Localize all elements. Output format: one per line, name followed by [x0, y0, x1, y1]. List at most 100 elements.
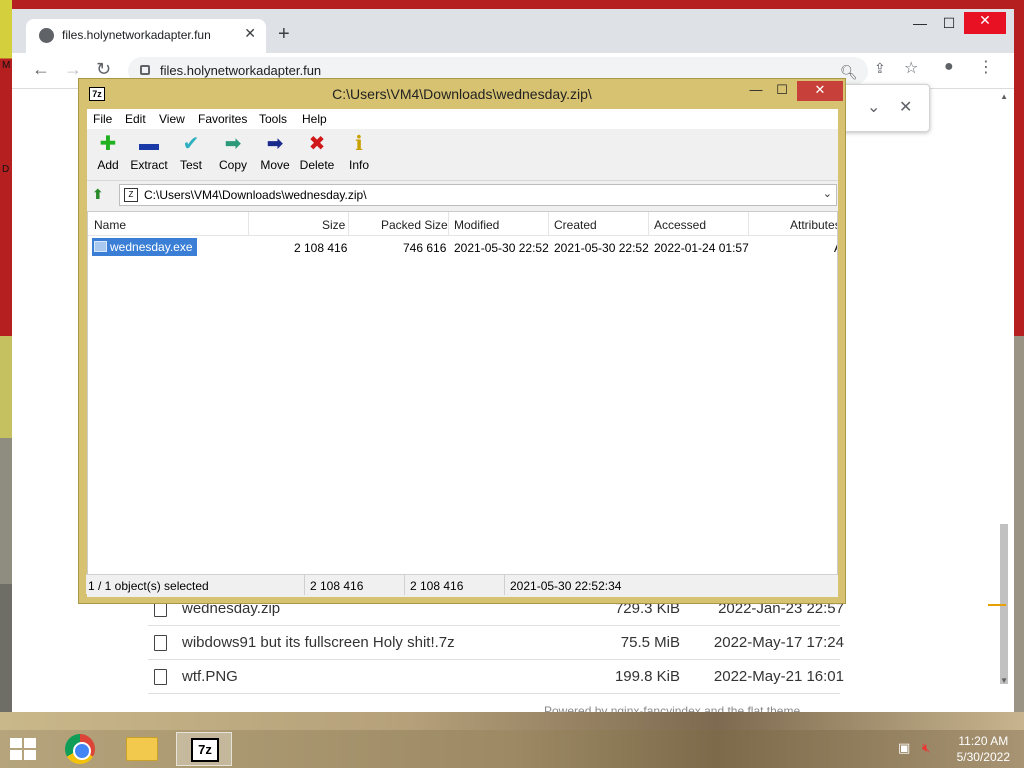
path-value[interactable]: C:\Users\VM4\Downloads\wednesday.zip\: [144, 188, 367, 202]
column-divider[interactable]: [248, 212, 249, 236]
column-header-created[interactable]: Created: [554, 218, 597, 232]
move-arrow-icon: ➡: [266, 133, 284, 155]
status-divider: [304, 575, 305, 595]
table-row[interactable]: wednesday.exe 2 108 416 746 616 2021-05-…: [88, 237, 837, 257]
clock-date: 5/30/2022: [956, 750, 1010, 764]
status-date: 2021-05-30 22:52:34: [510, 579, 622, 593]
file-size: 199.8 KiB: [614, 668, 680, 685]
new-tab-button[interactable]: +: [278, 23, 290, 46]
menu-dots-icon[interactable]: ⋮: [978, 57, 994, 77]
path-combobox[interactable]: Z C:\Users\VM4\Downloads\wednesday.zip\ …: [119, 184, 837, 206]
modified-cell: 2021-05-30 22:52: [454, 241, 549, 255]
archive-file-list: Name Size Packed Size Modified Created A…: [87, 211, 838, 575]
lock-icon[interactable]: [140, 65, 150, 75]
chevron-down-icon[interactable]: ⌄: [823, 187, 832, 200]
file-listing: wednesday.zip 729.3 KiB 2022-Jan-23 22:5…: [148, 592, 844, 694]
profile-icon[interactable]: ●: [944, 58, 954, 76]
clock[interactable]: 11:20 AM 5/30/2022: [957, 733, 1010, 765]
packed-size-cell: 746 616: [403, 241, 447, 255]
desktop-icon-label: D: [2, 164, 10, 175]
taskbar-7zip-button[interactable]: 7z: [176, 732, 232, 766]
copy-button[interactable]: ➡ Copy: [212, 133, 254, 172]
menu-file[interactable]: File: [93, 112, 112, 126]
button-label: Copy: [218, 158, 247, 172]
file-date: 2022-May-17 17:24: [713, 634, 844, 651]
volume-muted-icon[interactable]: 🔇︎: [922, 740, 930, 756]
file-date: 2022-May-21 16:01: [713, 668, 844, 685]
check-icon: ✔: [182, 133, 200, 155]
menu-favorites[interactable]: Favorites: [198, 112, 247, 126]
menu-bar: File Edit View Favorites Tools Help: [87, 109, 838, 129]
share-icon[interactable]: ⇪: [874, 60, 886, 77]
list-item[interactable]: wtf.PNG 199.8 KiB 2022-May-21 16:01: [148, 660, 844, 694]
forward-arrow-icon[interactable]: →: [64, 59, 82, 80]
zip-archive-icon: Z: [124, 188, 138, 202]
close-button[interactable]: ✕: [797, 81, 843, 101]
column-header-packed-size[interactable]: Packed Size: [381, 218, 448, 232]
column-headers: Name Size Packed Size Modified Created A…: [88, 212, 837, 236]
tab-strip: files.holynetworkadapter.fun ✕ + — ☐ ✕: [12, 0, 1014, 53]
chevron-down-icon[interactable]: ⌄: [867, 97, 880, 117]
column-header-name[interactable]: Name: [94, 218, 126, 232]
sevenzip-titlebar[interactable]: 7z C:\Users\VM4\Downloads\wednesday.zip\…: [79, 79, 845, 109]
windows-start-icon[interactable]: [10, 738, 38, 762]
taskbar: 7z ▣ 🔇︎ 11:20 AM 5/30/2022: [0, 730, 1024, 768]
address-bar-url[interactable]: files.holynetworkadapter.fun: [160, 63, 321, 78]
info-button[interactable]: ℹ Info: [338, 133, 380, 172]
bookmark-star-icon[interactable]: ☆: [904, 58, 918, 78]
menu-edit[interactable]: Edit: [125, 112, 146, 126]
delete-button[interactable]: ✖ Delete: [296, 133, 338, 172]
list-item[interactable]: wibdows91 but its fullscreen Holy shit!.…: [148, 626, 844, 660]
sevenzip-window: 7z C:\Users\VM4\Downloads\wednesday.zip\…: [78, 78, 846, 604]
taskbar-file-explorer-button[interactable]: [114, 732, 170, 766]
minimize-button[interactable]: —: [905, 15, 935, 31]
column-divider[interactable]: [748, 212, 749, 236]
add-button[interactable]: ✚ Add: [87, 133, 129, 172]
minimize-button[interactable]: —: [743, 82, 769, 97]
desktop-background-bottom: [0, 712, 1024, 730]
column-header-size[interactable]: Size: [322, 218, 345, 232]
close-icon[interactable]: ✕: [899, 97, 912, 117]
column-header-modified[interactable]: Modified: [454, 218, 499, 232]
menu-help[interactable]: Help: [302, 112, 327, 126]
menu-view[interactable]: View: [159, 112, 185, 126]
scroll-down-icon[interactable]: ▼: [1000, 676, 1008, 685]
button-label: Move: [260, 158, 290, 172]
folder-up-icon[interactable]: ⬆: [92, 186, 110, 204]
button-label: Add: [97, 158, 119, 172]
folder-icon: [126, 737, 158, 761]
file-name-link[interactable]: wtf.PNG: [182, 668, 238, 685]
network-icon[interactable]: ▣: [898, 740, 910, 756]
browser-tab[interactable]: files.holynetworkadapter.fun ✕: [26, 19, 266, 53]
tab-close-button[interactable]: ✕: [244, 25, 256, 42]
button-label: Info: [348, 158, 369, 172]
file-icon: [154, 635, 167, 651]
taskbar-chrome-button[interactable]: [52, 732, 108, 766]
maximize-button[interactable]: ☐: [769, 82, 795, 98]
sevenzip-icon: 7z: [191, 738, 219, 762]
scroll-marker: [988, 604, 1006, 606]
file-name-cell[interactable]: wednesday.exe: [92, 238, 197, 256]
column-header-attributes[interactable]: Attributes: [790, 218, 837, 232]
back-arrow-icon[interactable]: ←: [32, 59, 50, 80]
reload-icon[interactable]: ↻: [96, 59, 111, 80]
column-divider[interactable]: [448, 212, 449, 236]
menu-tools[interactable]: Tools: [259, 112, 287, 126]
move-button[interactable]: ➡ Move: [254, 133, 296, 172]
scroll-up-icon[interactable]: ▲: [1000, 92, 1008, 101]
test-button[interactable]: ✔ Test: [170, 133, 212, 172]
page-scrollbar[interactable]: ▲ ▼: [998, 92, 1010, 692]
close-button[interactable]: ✕: [964, 12, 1006, 34]
file-name: wednesday.exe: [110, 240, 193, 254]
created-cell: 2021-05-30 22:52: [554, 241, 649, 255]
column-divider[interactable]: [648, 212, 649, 236]
column-divider[interactable]: [348, 212, 349, 236]
column-divider[interactable]: [548, 212, 549, 236]
tab-title: files.holynetworkadapter.fun: [62, 28, 211, 42]
column-header-accessed[interactable]: Accessed: [654, 218, 706, 232]
delete-x-icon: ✖: [308, 133, 326, 155]
clock-time: 11:20 AM: [958, 734, 1009, 748]
extract-button[interactable]: ▬ Extract: [128, 133, 170, 172]
maximize-button[interactable]: ☐: [934, 15, 964, 32]
file-name-link[interactable]: wibdows91 but its fullscreen Holy shit!.…: [182, 634, 455, 651]
